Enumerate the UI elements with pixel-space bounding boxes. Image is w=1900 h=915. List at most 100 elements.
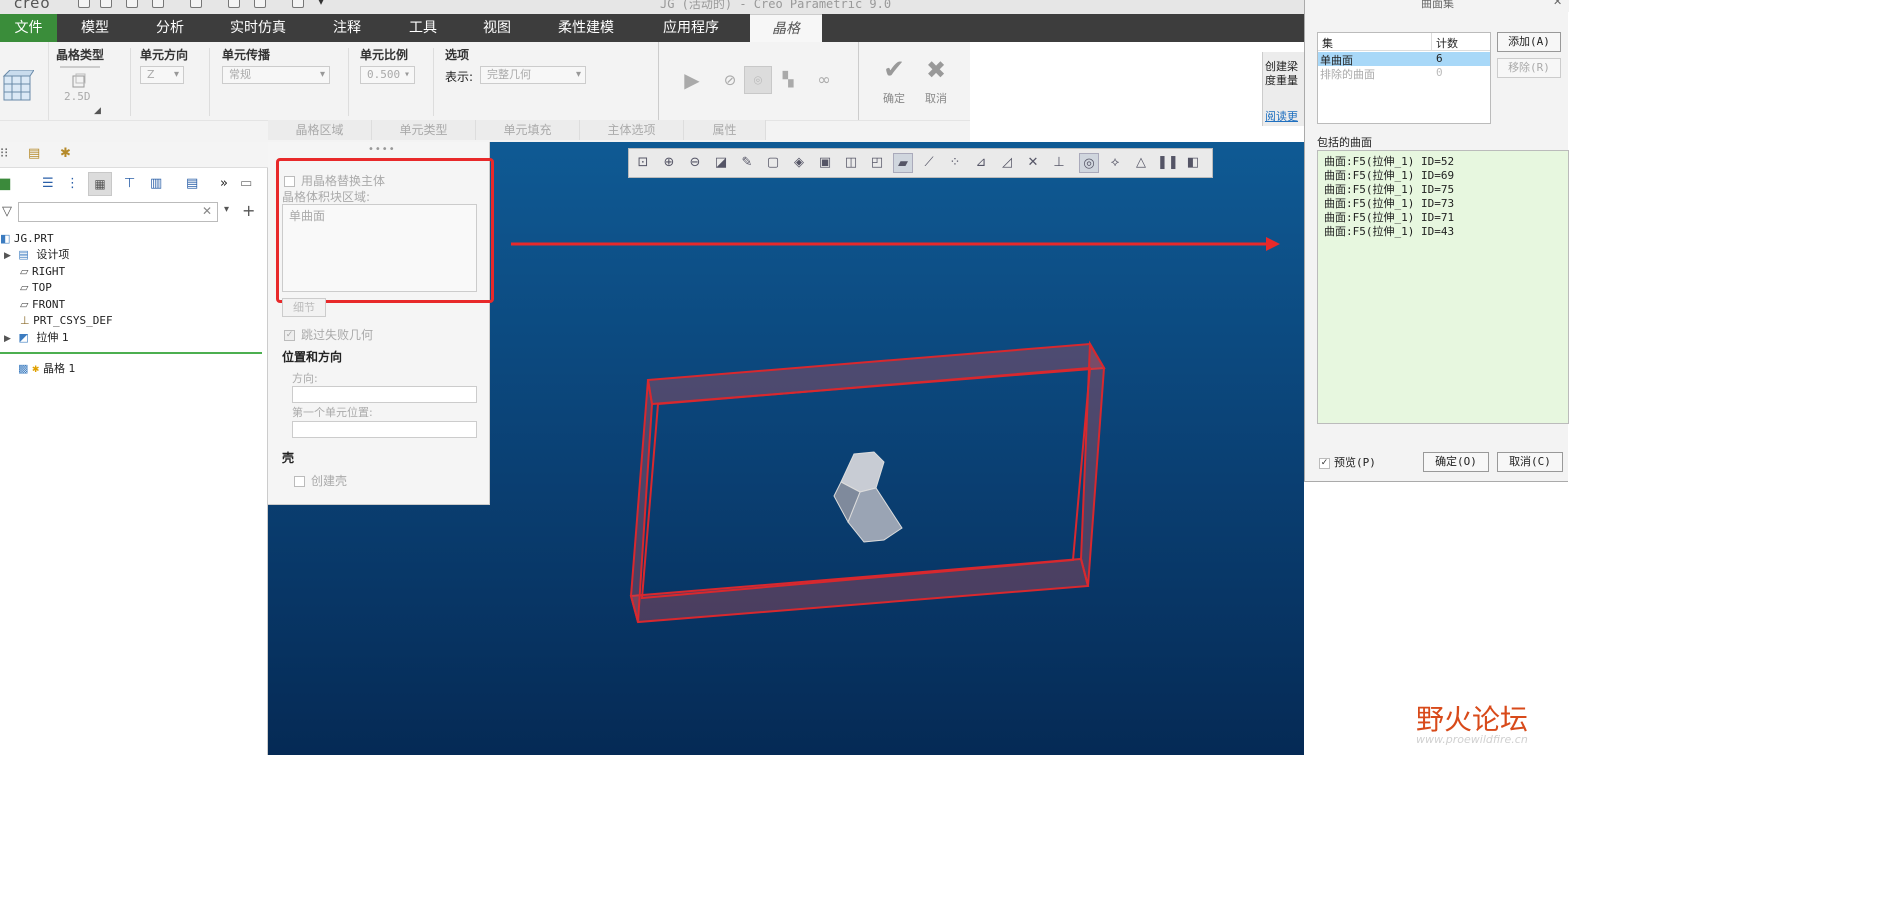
refit-icon[interactable]: ⊡: [633, 153, 653, 173]
tree-item-csys[interactable]: ⊥ PRT_CSYS_DEF: [20, 313, 113, 329]
pause-animation-icon[interactable]: ❚❚: [1157, 153, 1179, 173]
redo-icon[interactable]: [190, 0, 202, 8]
expand-arrow-icon[interactable]: ◢: [94, 106, 101, 116]
tree-item-part[interactable]: ◧ JG.PRT: [0, 231, 54, 247]
cell-propagation-select[interactable]: 常规: [222, 66, 330, 84]
filter-funnel-icon[interactable]: ▽: [2, 204, 12, 219]
tree-item-design-items[interactable]: ▶ ▤ 设计项: [4, 247, 69, 263]
search-dropdown-icon[interactable]: ▾: [224, 204, 229, 215]
menu-analysis[interactable]: 分析: [145, 14, 195, 42]
set-row-selected[interactable]: 单曲面 6: [1318, 52, 1490, 67]
tree-columns-icon[interactable]: ⋮: [66, 176, 79, 191]
view-manager-icon[interactable]: ▣: [815, 153, 835, 173]
checkbox-icon[interactable]: [294, 476, 305, 487]
tree-item-top-plane[interactable]: ▱ TOP: [20, 280, 52, 296]
list-item[interactable]: 曲面:F5(拉伸_1) ID=43: [1324, 223, 1454, 239]
more-icon[interactable]: »: [220, 176, 228, 191]
lattice-type-button[interactable]: 2.5D ◢: [60, 66, 101, 116]
dialog-close-icon[interactable]: ✕: [1553, 0, 1562, 8]
csys-display-icon[interactable]: ⊿: [971, 153, 991, 173]
undo-icon[interactable]: [152, 0, 164, 8]
saved-orientations-icon[interactable]: ▢: [763, 153, 783, 173]
tree-item-lattice[interactable]: ▩ ✱ 晶格 1: [18, 361, 75, 377]
tab-body-options[interactable]: 主体选项: [580, 120, 684, 140]
tree-search-input[interactable]: [18, 202, 218, 222]
tab-lattice-region[interactable]: 晶格区域: [268, 120, 372, 140]
csys-tag-icon[interactable]: ⊥: [1049, 153, 1069, 173]
spin-center-icon[interactable]: ◎: [1079, 153, 1099, 173]
folder-browser-tab-icon[interactable]: ▤: [28, 146, 40, 161]
preview-icon[interactable]: ⌾: [744, 66, 772, 94]
verify-icon[interactable]: ▚: [774, 66, 802, 94]
expand-arrow-icon[interactable]: ▶: [4, 251, 11, 261]
clear-search-icon[interactable]: ✕: [202, 204, 212, 218]
tree-details-icon[interactable]: ▤: [186, 176, 198, 191]
remove-button[interactable]: 移除(R): [1497, 58, 1561, 78]
display-filters-icon[interactable]: △: [1131, 153, 1151, 173]
set-row[interactable]: 排除的曲面 0: [1318, 66, 1490, 81]
tree-filter-icon[interactable]: ☰: [42, 176, 54, 191]
close-window-icon[interactable]: [292, 0, 304, 8]
customize-toolbar-icon[interactable]: ▾: [318, 0, 324, 8]
repaint-icon[interactable]: ◪: [711, 153, 731, 173]
regenerate-icon[interactable]: [228, 0, 240, 8]
annotation-display-icon[interactable]: ⟡: [1105, 153, 1125, 173]
glasses-icon[interactable]: ∞: [810, 66, 838, 94]
menu-file[interactable]: 文件: [0, 14, 57, 42]
zoom-in-icon[interactable]: ⊕: [659, 153, 679, 173]
tree-table-icon[interactable]: ▦: [88, 172, 112, 196]
confirm-check-icon[interactable]: ✔: [880, 56, 908, 84]
show-icon[interactable]: ▆: [0, 176, 10, 191]
pause-icon[interactable]: ⊘: [716, 66, 744, 94]
point-display-icon[interactable]: ⁘: [945, 153, 965, 173]
insert-indicator[interactable]: [0, 352, 262, 354]
cancel-button[interactable]: 取消(C): [1497, 452, 1563, 472]
panel-grip-icon[interactable]: ••••: [368, 144, 396, 155]
preview-checkbox[interactable]: ✓ 预览(P): [1319, 454, 1376, 470]
new-file-icon[interactable]: [78, 0, 90, 8]
confirm-label[interactable]: 确定: [883, 90, 905, 106]
tree-item-right-plane[interactable]: ▱ RIGHT: [20, 264, 65, 280]
cell-direction-select[interactable]: Z: [140, 66, 184, 84]
plane-tag-icon[interactable]: ◿: [997, 153, 1017, 173]
menu-model[interactable]: 模型: [70, 14, 120, 42]
details-button[interactable]: 细节: [282, 298, 326, 317]
menu-annotate[interactable]: 注释: [322, 14, 372, 42]
plane-display-icon[interactable]: ▰: [893, 153, 913, 173]
reorient-icon[interactable]: ✎: [737, 153, 757, 173]
menu-applications[interactable]: 应用程序: [652, 14, 730, 42]
cancel-label[interactable]: 取消: [925, 90, 947, 106]
add-button[interactable]: 添加(A): [1497, 32, 1561, 52]
zoom-out-icon[interactable]: ⊖: [685, 153, 705, 173]
windows-icon[interactable]: [254, 0, 266, 8]
save-icon[interactable]: [126, 0, 138, 8]
cancel-x-icon[interactable]: ✖: [922, 56, 950, 84]
skip-failed-checkbox[interactable]: ✓ 跳过失败几何: [284, 326, 373, 343]
perspective-icon[interactable]: ◫: [841, 153, 861, 173]
tab-properties[interactable]: 属性: [684, 120, 766, 140]
read-more-link[interactable]: 阅读更: [1265, 108, 1298, 124]
axis-display-icon[interactable]: ⟋: [919, 153, 939, 173]
menu-lattice[interactable]: 晶格: [750, 14, 822, 42]
menu-view[interactable]: 视图: [472, 14, 522, 42]
tree-item-extrude[interactable]: ▶ ◩ 拉伸 1: [4, 330, 69, 346]
checkbox-checked-icon[interactable]: ✓: [1319, 457, 1330, 469]
ok-button[interactable]: 确定(O): [1423, 452, 1489, 472]
model-tree-tab-icon[interactable]: ⁝⁝: [0, 146, 8, 161]
tab-cell-fill[interactable]: 单元填充: [476, 120, 580, 140]
add-icon[interactable]: +: [242, 201, 255, 220]
included-surfaces-list[interactable]: 曲面:F5(拉伸_1) ID=52 曲面:F5(拉伸_1) ID=69 曲面:F…: [1317, 150, 1569, 424]
play-icon[interactable]: ▶: [678, 66, 706, 94]
first-cell-field[interactable]: [292, 421, 477, 438]
favorites-tab-icon[interactable]: ✱: [60, 146, 71, 161]
undo-view-icon[interactable]: ◧: [1183, 153, 1203, 173]
point-tag-icon[interactable]: ✕: [1023, 153, 1043, 173]
display-select[interactable]: 完整几何: [480, 66, 586, 84]
open-file-icon[interactable]: [100, 0, 112, 8]
menu-tools[interactable]: 工具: [398, 14, 448, 42]
display-style-icon[interactable]: ◈: [789, 153, 809, 173]
tab-cell-type[interactable]: 单元类型: [372, 120, 476, 140]
tree-layers-icon[interactable]: ▥: [150, 176, 162, 191]
checkbox-checked-icon[interactable]: ✓: [284, 330, 295, 341]
menu-live-simulation[interactable]: 实时仿真: [222, 14, 294, 42]
